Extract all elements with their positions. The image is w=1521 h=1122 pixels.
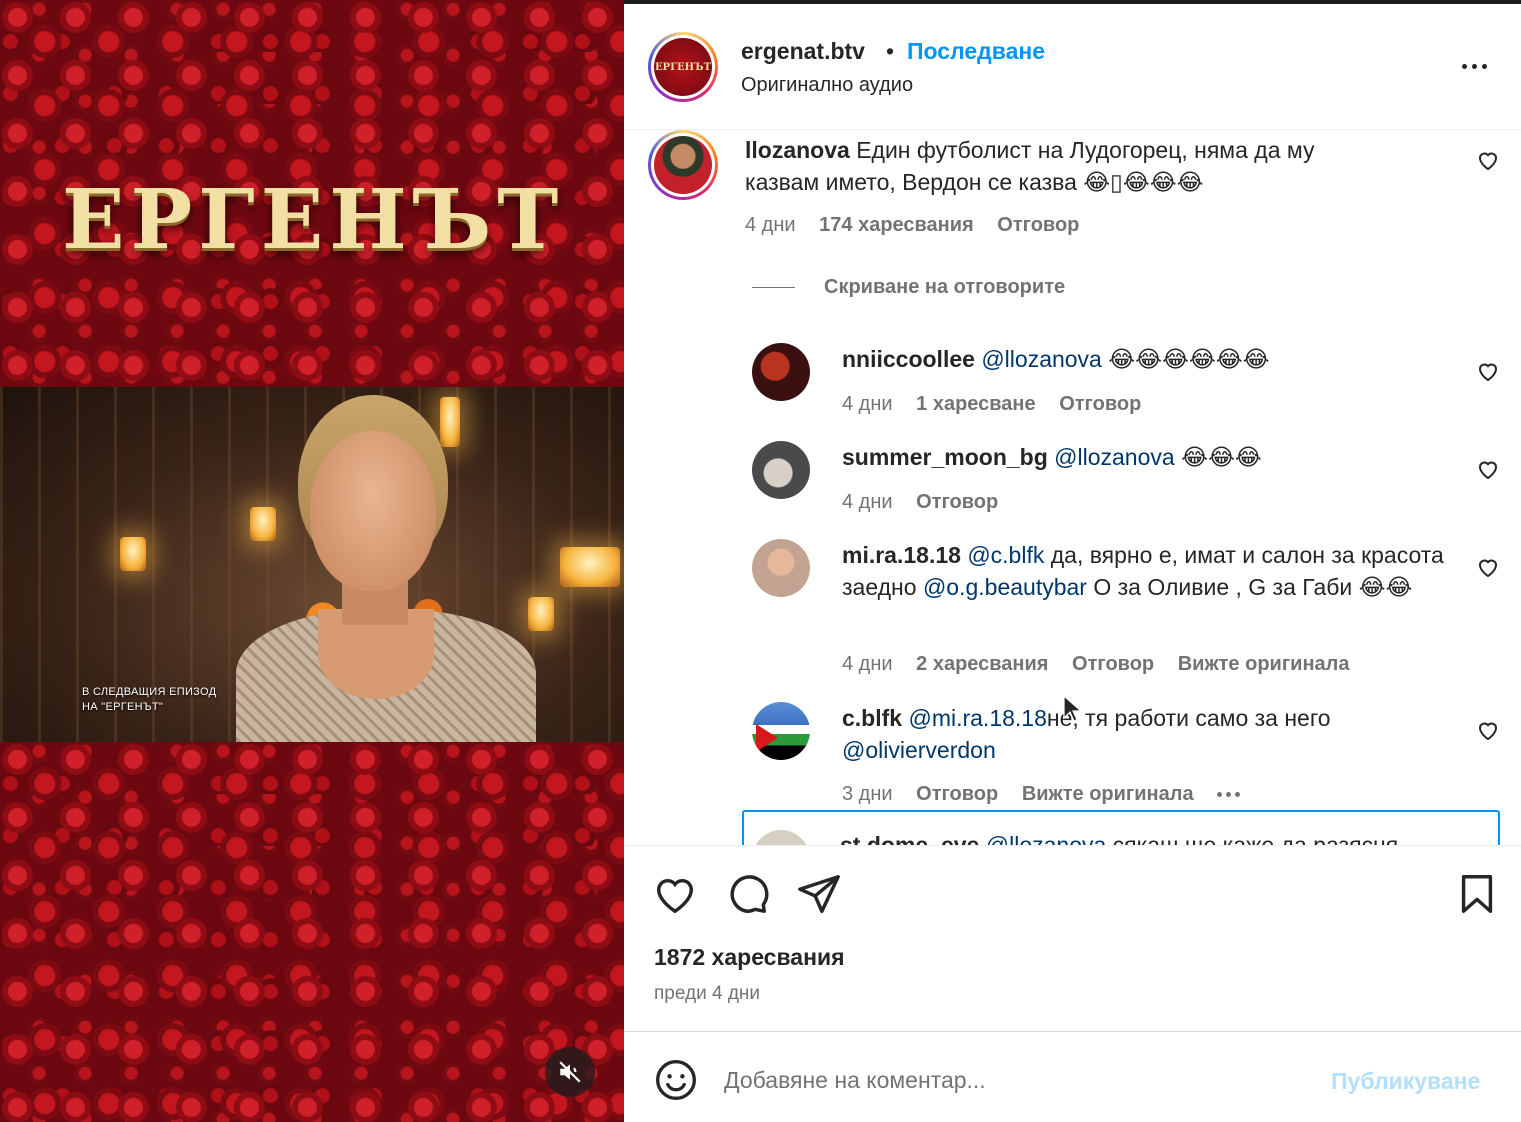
comment-input[interactable] [724, 1062, 1304, 1098]
see-original-button[interactable]: Вижте оригинала [1022, 783, 1194, 805]
roses-background-bottom [0, 742, 624, 1122]
likes-count[interactable]: 1872 харесвания [654, 944, 845, 971]
reply-text: mi.ra.18.18 @c.blfk да, вярно е, имат и … [842, 542, 1444, 600]
mention-link[interactable]: @olivierverdon [842, 737, 996, 763]
comment-text: llozanova Един футболист на Лудогорец, н… [745, 137, 1315, 195]
flag-avatar-icon [756, 724, 778, 752]
reply-button[interactable]: Отговор [1059, 393, 1141, 415]
reply-text: c.blfk @mi.ra.18.18не, тя работи само за… [842, 705, 1331, 763]
reply-avatar[interactable] [752, 539, 810, 597]
see-original-button[interactable]: Вижте оригинала [1178, 653, 1350, 675]
reply-like-heart-icon[interactable] [1476, 555, 1500, 579]
reply-text: nniiccoollee @llozanova 😂😂😂😂😂😂 [842, 346, 1270, 372]
mention-link[interactable]: @llozanova [986, 832, 1107, 845]
author-username[interactable]: ergenat.btv [741, 38, 865, 65]
smiley-icon[interactable] [654, 1058, 698, 1102]
highlighted-reply[interactable]: st.dome_eve @llozanova сякаш ще каже да … [742, 810, 1500, 845]
comment-avatar[interactable] [648, 130, 718, 200]
mention-link[interactable]: @llozanova [981, 346, 1102, 372]
candle [560, 547, 620, 587]
reply-avatar[interactable] [752, 702, 810, 760]
paper-plane-icon[interactable] [796, 871, 842, 917]
add-comment-bar: Публикуване [624, 1031, 1521, 1122]
comment-like-heart-icon[interactable] [1476, 148, 1500, 172]
publish-button[interactable]: Публикуване [1331, 1068, 1480, 1095]
mention-link[interactable]: @o.g.beautybar [923, 574, 1087, 600]
reply-avatar[interactable] [752, 441, 810, 499]
mention-link[interactable]: @llozanova [1054, 444, 1175, 470]
mention-link[interactable]: @mi.ra.18.18 [908, 705, 1046, 731]
bookmark-icon[interactable] [1454, 871, 1500, 917]
speaker-muted-icon [559, 1061, 581, 1083]
reply-username[interactable]: summer_moon_bg [842, 444, 1048, 470]
contestant [236, 395, 536, 742]
reply-button[interactable]: Отговор [1072, 653, 1154, 675]
reply-username[interactable]: nniiccoollee [842, 346, 975, 372]
reply-meta: 4 дни Отговор [842, 491, 999, 513]
reply-likes[interactable]: 2 харесвания [916, 653, 1048, 675]
reply-like-heart-icon[interactable] [1476, 718, 1500, 742]
post-panel: ЕРГЕНЪТ ergenat.btv • Последване Оригина… [624, 0, 1521, 1122]
separator-dot: • [886, 38, 895, 64]
mute-button[interactable] [545, 1047, 595, 1097]
reply-like-heart-icon[interactable] [1476, 457, 1500, 481]
reply-meta: 3 дни Отговор Вижте оригинала [842, 783, 1258, 806]
reply-button[interactable]: Отговор [916, 491, 998, 513]
reply-text: summer_moon_bg @llozanova 😂😂😂 [842, 444, 1262, 470]
reply-button[interactable]: Отговор [997, 214, 1079, 236]
comment-username[interactable]: llozanova [745, 137, 850, 163]
post-actions: 1872 харесвания преди 4 дни [624, 845, 1521, 1031]
mention-link[interactable]: @c.blfk [967, 542, 1044, 568]
episode-caption: В СЛЕДВАЩИЯ ЕПИЗОД НА "ЕРГЕНЪТ" [82, 686, 217, 713]
reply-like-heart-icon[interactable] [1476, 359, 1500, 383]
show-logo: ЕРГЕНЪТ [62, 172, 565, 268]
hide-replies-button[interactable]: Скриване на отговорите [824, 276, 1065, 299]
replies-divider [752, 287, 795, 288]
reply-avatar[interactable] [752, 830, 810, 845]
video-player[interactable]: ЕРГЕНЪТ В СЛЕДВАЩИЯ ЕПИЗОД НА "ЕРГЕНЪТ" [0, 0, 624, 1122]
video-frame: В СЛЕДВАЩИЯ ЕПИЗОД НА "ЕРГЕНЪТ" [0, 387, 624, 742]
reply-username[interactable]: mi.ra.18.18 [842, 542, 961, 568]
reply-button[interactable]: Отговор [916, 783, 998, 805]
comment-likes[interactable]: 174 харесвания [819, 214, 974, 236]
audio-label[interactable]: Оригинално аудио [741, 74, 913, 97]
more-options-button[interactable] [1454, 56, 1494, 76]
reply-meta: 4 дни 1 харесване Отговор [842, 393, 1142, 415]
post-timestamp: преди 4 дни [654, 983, 761, 1004]
reply-likes[interactable]: 1 харесване [916, 393, 1035, 415]
heart-icon[interactable] [652, 871, 698, 917]
candle [120, 537, 146, 571]
author-avatar[interactable]: ЕРГЕНЪТ [648, 32, 718, 102]
comments-list[interactable]: llozanova Един футболист на Лудогорец, н… [624, 130, 1521, 845]
comment-bubble-icon[interactable] [724, 871, 770, 917]
reply-meta: 4 дни 2 харесвания Отговор Вижте оригина… [842, 653, 1350, 675]
comment-meta: 4 дни 174 харесвания Отговор [745, 214, 1080, 236]
mouse-cursor-icon [1063, 695, 1083, 722]
follow-button[interactable]: Последване [907, 38, 1045, 65]
reply-avatar[interactable] [752, 343, 810, 401]
post-header: ЕРГЕНЪТ ergenat.btv • Последване Оригина… [624, 4, 1521, 130]
reply-text: st.dome_eve @llozanova сякаш ще каже да … [840, 832, 1398, 845]
reply-username[interactable]: st.dome_eve [840, 832, 979, 845]
reply-username[interactable]: c.blfk [842, 705, 902, 731]
comment-options-icon[interactable] [1217, 792, 1241, 798]
